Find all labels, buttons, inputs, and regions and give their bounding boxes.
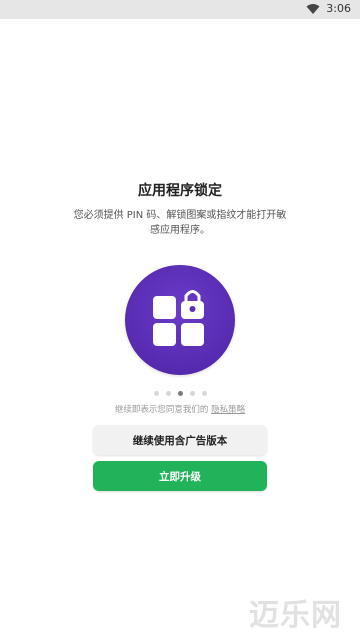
watermark-logo: 迈乐网: [249, 598, 342, 633]
consent-text: 继续即表示您同意我们的: [114, 405, 209, 415]
page-dot: [201, 391, 207, 396]
page-dot: [177, 391, 183, 396]
privacy-policy-link[interactable]: 隐私策略: [211, 405, 245, 415]
status-bar-right: 3:06: [306, 2, 351, 15]
continue-with-ads-button[interactable]: 继续使用含广告版本: [93, 425, 267, 455]
status-bar: 3:06: [0, 0, 360, 19]
page-dot: [153, 391, 159, 396]
status-time: 3:06: [326, 2, 351, 15]
page-indicator: [0, 391, 360, 396]
page-description: 您必须提供 PIN 码、解锁图案或指纹才能打开敏感应用程序。: [73, 210, 287, 236]
page-dot: [189, 391, 195, 396]
wifi-icon: [306, 3, 320, 15]
page-title: 应用程序锁定: [138, 183, 222, 199]
app-grid-lock-icon: [153, 290, 204, 346]
app-lock-hero: [125, 265, 235, 375]
page-dot: [165, 391, 171, 396]
upgrade-now-button[interactable]: 立即升级: [93, 461, 267, 491]
consent-line: 继续即表示您同意我们的 隐私策略: [0, 403, 360, 415]
